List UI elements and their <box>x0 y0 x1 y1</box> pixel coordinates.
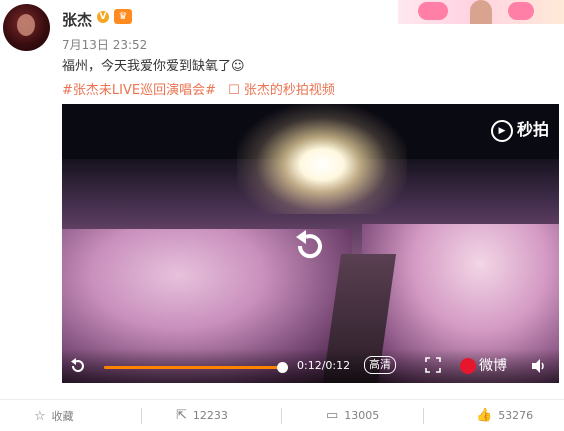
hashtag-concert-tour[interactable]: #张杰未LIVE巡回演唱会# <box>62 83 216 98</box>
repost-icon: ⇱ <box>176 408 187 423</box>
quality-button[interactable]: 高清 <box>364 356 396 374</box>
comment-icon: ▭ <box>326 408 339 423</box>
miaopai-logo: ▶ 秒拍 <box>490 116 549 142</box>
vip-crown-icon: ♛ <box>114 9 132 24</box>
decorative-banner <box>398 0 564 24</box>
miaopai-play-icon: ▶ <box>490 119 513 142</box>
video-player[interactable]: ▶ 秒拍 0:12/0:12 高清 微博 <box>62 104 559 383</box>
fullscreen-icon[interactable] <box>425 357 441 373</box>
favorite-button[interactable]: ☆ 收藏 <box>34 408 74 424</box>
repost-button[interactable]: ⇱ 12233 <box>176 408 228 423</box>
replay-button[interactable] <box>68 356 88 376</box>
post-timestamp[interactable]: 7月13日 23:52 <box>62 36 147 53</box>
action-bar: ☆ 收藏 ⇱ 12233 ▭ 13005 👍 53276 <box>0 400 564 431</box>
replay-icon[interactable] <box>288 224 332 268</box>
progress-bar[interactable] <box>104 362 288 373</box>
weibo-eye-icon <box>460 358 476 374</box>
volume-icon[interactable] <box>530 357 548 375</box>
username[interactable]: 张杰 <box>62 9 92 30</box>
stage-light <box>237 104 407 214</box>
star-icon: ☆ <box>34 408 46 424</box>
progress-fill <box>104 366 282 369</box>
verified-badge-icon: V <box>97 11 109 23</box>
video-time: 0:12/0:12 <box>297 359 351 372</box>
hashtag-row: #张杰未LIVE巡回演唱会# ☐ 张杰的秒拍视频 <box>62 79 343 98</box>
post-content: 福州，今天我爱你爱到缺氧了☺ <box>62 59 245 74</box>
avatar[interactable] <box>3 4 50 51</box>
progress-handle[interactable] <box>277 362 288 373</box>
video-link[interactable]: ☐ 张杰的秒拍视频 <box>228 83 335 98</box>
comment-button[interactable]: ▭ 13005 <box>326 408 379 423</box>
like-button[interactable]: 👍 53276 <box>476 408 533 423</box>
weibo-logo: 微博 <box>460 355 507 375</box>
thumbs-up-icon: 👍 <box>476 408 493 423</box>
video-controls: 0:12/0:12 高清 微博 <box>62 349 559 383</box>
